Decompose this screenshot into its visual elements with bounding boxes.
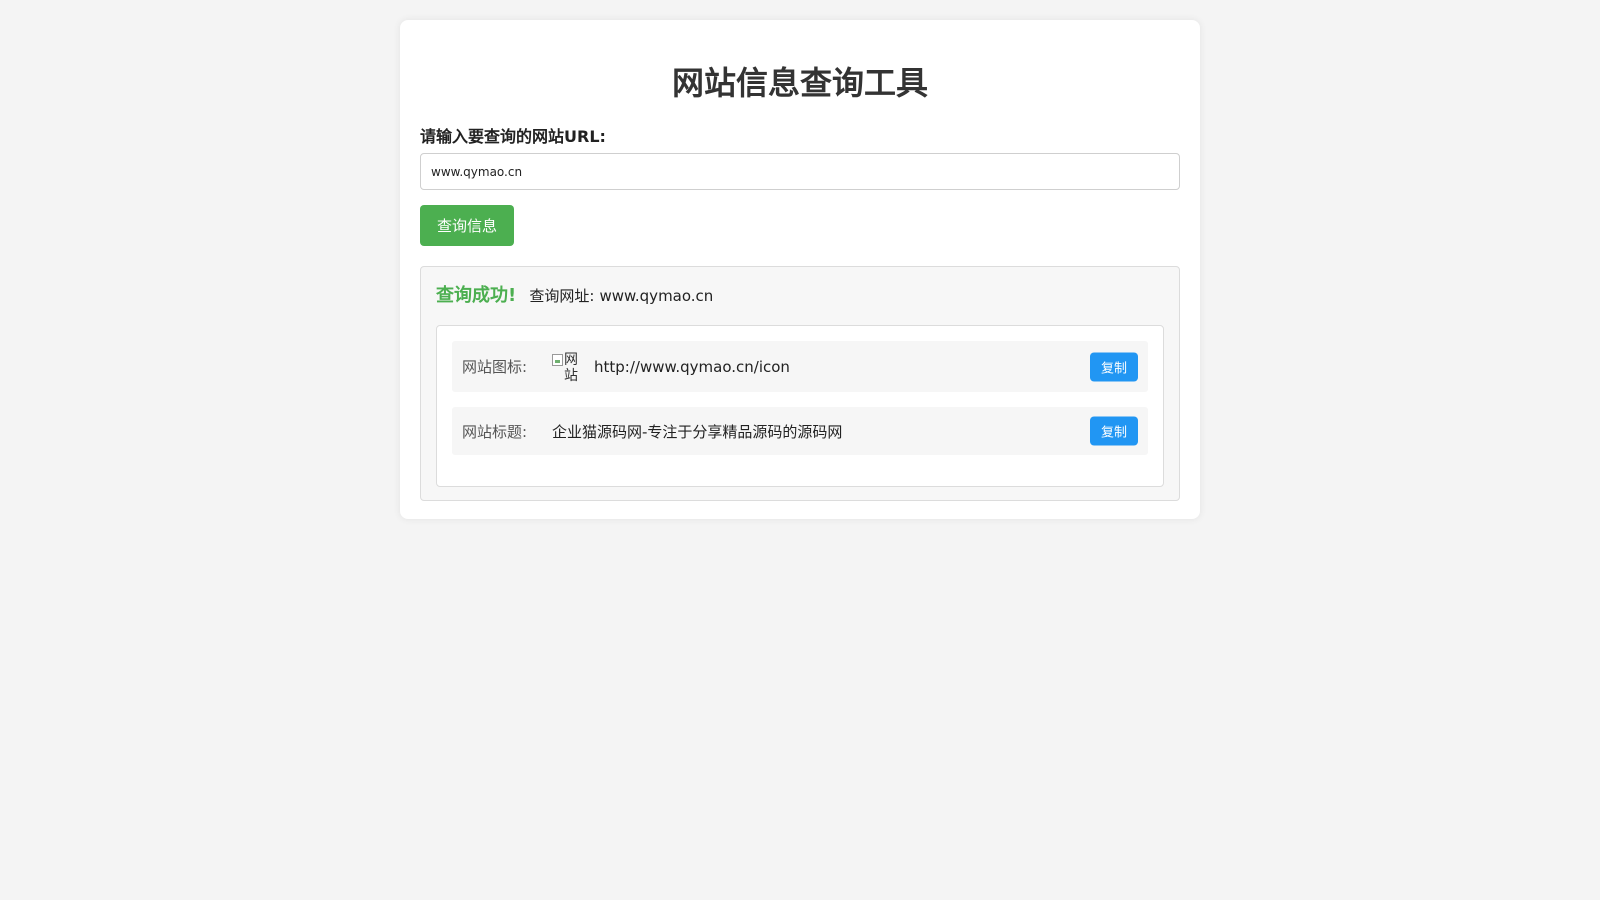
query-url-value: www.qymao.cn (599, 287, 714, 305)
copy-title-button[interactable]: 复制 (1090, 416, 1138, 446)
info-row-title: 网站标题: 企业猫源码网-专注于分享精品源码的源码网 复制 (452, 407, 1148, 455)
success-status: 查询成功! (436, 285, 517, 306)
query-button[interactable]: 查询信息 (420, 205, 514, 246)
url-input[interactable] (420, 153, 1180, 190)
image-alt-text: 网站图标 (564, 351, 578, 382)
row-label-title: 网站标题: (462, 422, 528, 441)
broken-image-icon: 网站图标 (552, 352, 584, 382)
image-placeholder-icon (552, 353, 563, 366)
query-url-label: 查询网址: (529, 287, 595, 305)
url-input-label: 请输入要查询的网站URL: (420, 127, 606, 146)
row-label-icon: 网站图标: (462, 358, 528, 376)
result-header: 查询成功! 查询网址: www.qymao.cn (436, 281, 1164, 311)
query-tool-card: 网站信息查询工具 请输入要查询的网站URL: 查询信息 查询成功! 查询网址: … (400, 20, 1200, 519)
info-row-icon: 网站图标: 网站图标 http://www.qymao.cn/icon 复制 (452, 341, 1148, 392)
copy-icon-url-button[interactable]: 复制 (1090, 352, 1138, 381)
row-value-icon: 网站图标 http://www.qymao.cn/icon (552, 341, 790, 392)
result-container: 查询成功! 查询网址: www.qymao.cn 网站图标: 网站图标 http… (420, 266, 1180, 501)
icon-url-text: http://www.qymao.cn/icon (594, 357, 790, 376)
row-value-title: 企业猫源码网-专注于分享精品源码的源码网 (552, 422, 843, 441)
page-title: 网站信息查询工具 (671, 64, 928, 102)
info-panel: 网站图标: 网站图标 http://www.qymao.cn/icon 复制 网… (436, 325, 1164, 487)
